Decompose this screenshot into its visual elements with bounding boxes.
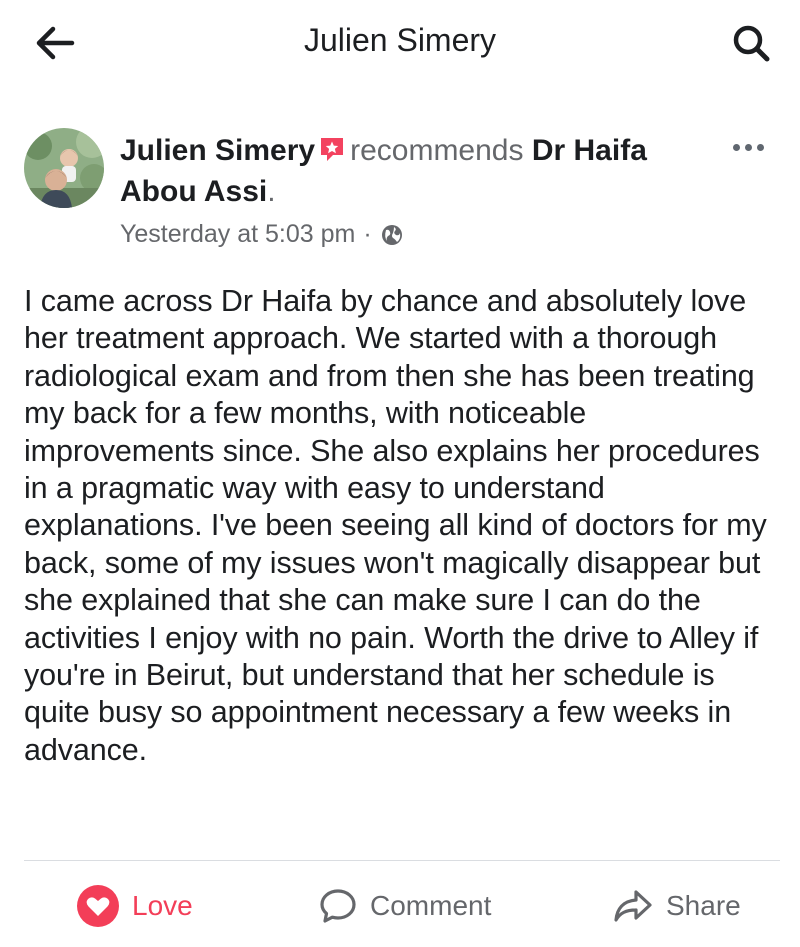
post-header-text: Julien Simery recommends Dr Haifa Abou As… bbox=[120, 132, 680, 211]
separator: · bbox=[363, 220, 372, 248]
comment-label: Comment bbox=[370, 890, 492, 921]
post-body-text: I came across Dr Haifa by chance and abs… bbox=[24, 284, 767, 767]
love-label: Love bbox=[132, 890, 193, 921]
more-options-icon[interactable] bbox=[726, 132, 770, 162]
avatar[interactable] bbox=[24, 128, 104, 208]
top-bar: Julien Simery bbox=[0, 0, 800, 90]
share-label: Share bbox=[666, 890, 741, 921]
profile-photo bbox=[24, 128, 104, 208]
timestamp[interactable]: Yesterday at 5:03 pm bbox=[120, 220, 355, 249]
comment-button[interactable]: Comment bbox=[318, 884, 491, 928]
recommends-text: recommends bbox=[350, 134, 524, 167]
post-meta: Yesterday at 5:03 pm · bbox=[120, 220, 404, 249]
recommendation-star-icon bbox=[318, 135, 346, 173]
search-icon bbox=[733, 25, 770, 62]
divider bbox=[24, 860, 780, 861]
love-button[interactable]: Love bbox=[76, 884, 193, 928]
share-button[interactable]: Share bbox=[612, 884, 741, 928]
search-button[interactable] bbox=[728, 20, 774, 66]
page-name-suffix: . bbox=[267, 175, 276, 208]
globe-icon bbox=[381, 224, 402, 245]
love-reaction-icon bbox=[77, 885, 119, 927]
share-arrow-icon bbox=[614, 890, 652, 922]
author-name[interactable]: Julien Simery bbox=[120, 134, 315, 167]
comment-icon bbox=[320, 889, 356, 923]
action-bar: Love Comment Share bbox=[0, 862, 800, 947]
page-title: Julien Simery bbox=[303, 22, 497, 58]
